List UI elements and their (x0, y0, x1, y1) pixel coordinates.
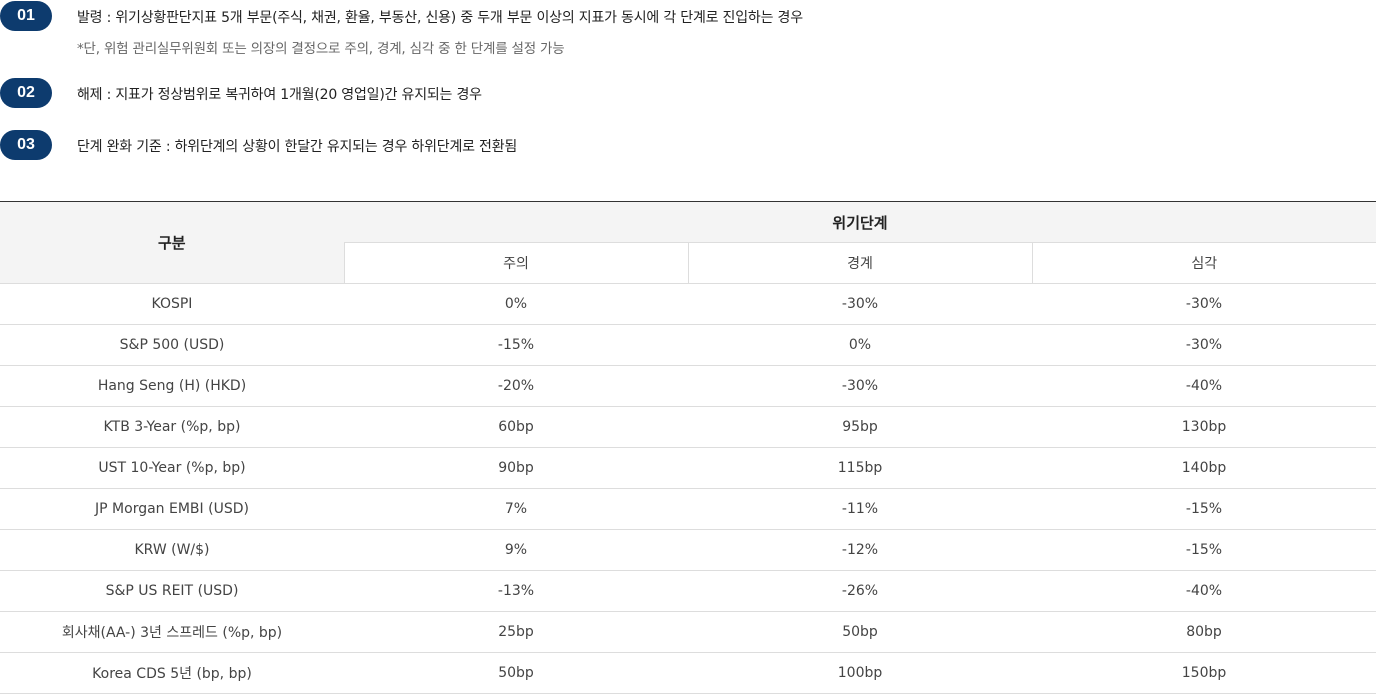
table-cell: 95bp (688, 406, 1032, 448)
step-note: *단, 위험 관리실무위원회 또는 의장의 결정으로 주의, 경계, 심각 중 … (77, 41, 565, 57)
table-cell: -20% (344, 365, 688, 407)
table-cell: -40% (1032, 570, 1376, 612)
table-cell: 7% (344, 488, 688, 530)
table-cell: 50bp (688, 611, 1032, 653)
table-row: S&P US REIT (USD) -13% -26% -40% (0, 570, 1376, 612)
row-label: S&P US REIT (USD) (0, 570, 344, 612)
table-cell: 9% (344, 529, 688, 571)
table-cell: -15% (1032, 529, 1376, 571)
table-cell: -30% (1032, 283, 1376, 325)
row-label: 회사채(AA-) 3년 스프레드 (%p, bp) (0, 611, 344, 653)
table-cell: -26% (688, 570, 1032, 612)
row-label: JP Morgan EMBI (USD) (0, 488, 344, 530)
table-row: KOSPI 0% -30% -30% (0, 283, 1376, 325)
row-label: Hang Seng (H) (HKD) (0, 365, 344, 407)
table-cell: 50bp (344, 652, 688, 694)
table-cell: -15% (344, 324, 688, 366)
column-header-level: 주의 (343, 242, 688, 284)
table-cell: -30% (688, 283, 1032, 325)
table-row: S&P 500 (USD) -15% 0% -30% (0, 324, 1376, 366)
table-row: 회사채(AA-) 3년 스프레드 (%p, bp) 25bp 50bp 80bp (0, 611, 1376, 653)
table-cell: -12% (688, 529, 1032, 571)
row-label: KOSPI (0, 283, 344, 325)
step-text: 단계 완화 기준 : 하위단계의 상황이 한달간 유지되는 경우 하위단계로 전… (77, 139, 518, 155)
table-cell: -40% (1032, 365, 1376, 407)
step-badge: 02 (0, 78, 52, 108)
column-header-level: 경계 (687, 242, 1032, 284)
step-badge: 03 (0, 130, 52, 160)
step-text: 발령 : 위기상황판단지표 5개 부문(주식, 채권, 환율, 부동산, 신용)… (77, 10, 803, 26)
table-cell: -13% (344, 570, 688, 612)
table-cell: -30% (688, 365, 1032, 407)
table-row: KRW (W/$) 9% -12% -15% (0, 529, 1376, 571)
table-row: Korea CDS 5년 (bp, bp) 50bp 100bp 150bp (0, 652, 1376, 694)
table-cell: 0% (344, 283, 688, 325)
crisis-indicator-table: 구분 위기단계 주의 경계 심각 KOSPI 0% -30% -30% S&P … (0, 201, 1376, 694)
table-row: UST 10-Year (%p, bp) 90bp 115bp 140bp (0, 447, 1376, 489)
table-cell: 150bp (1032, 652, 1376, 694)
row-label: KRW (W/$) (0, 529, 344, 571)
table-cell: 140bp (1032, 447, 1376, 489)
column-header-level: 심각 (1031, 242, 1376, 284)
table-cell: -15% (1032, 488, 1376, 530)
table-cell: 25bp (344, 611, 688, 653)
table-cell: 130bp (1032, 406, 1376, 448)
table-cell: -11% (688, 488, 1032, 530)
table-header-row: 구분 위기단계 (0, 201, 1376, 284)
step-badge: 01 (0, 1, 52, 31)
row-label: KTB 3-Year (%p, bp) (0, 406, 344, 448)
table-row: Hang Seng (H) (HKD) -20% -30% -40% (0, 365, 1376, 407)
table-cell: 100bp (688, 652, 1032, 694)
table-row: KTB 3-Year (%p, bp) 60bp 95bp 130bp (0, 406, 1376, 448)
column-group-header-crisis-level: 위기단계 (344, 201, 1376, 243)
step-text: 해제 : 지표가 정상범위로 복귀하여 1개월(20 영업일)간 유지되는 경우 (77, 87, 482, 103)
table-cell: 80bp (1032, 611, 1376, 653)
table-cell: 60bp (344, 406, 688, 448)
column-header-category: 구분 (0, 201, 344, 284)
table-row: JP Morgan EMBI (USD) 7% -11% -15% (0, 488, 1376, 530)
table-cell: 90bp (344, 447, 688, 489)
table-cell: 0% (688, 324, 1032, 366)
row-label: Korea CDS 5년 (bp, bp) (0, 652, 344, 694)
row-label: UST 10-Year (%p, bp) (0, 447, 344, 489)
table-cell: -30% (1032, 324, 1376, 366)
row-label: S&P 500 (USD) (0, 324, 344, 366)
table-cell: 115bp (688, 447, 1032, 489)
